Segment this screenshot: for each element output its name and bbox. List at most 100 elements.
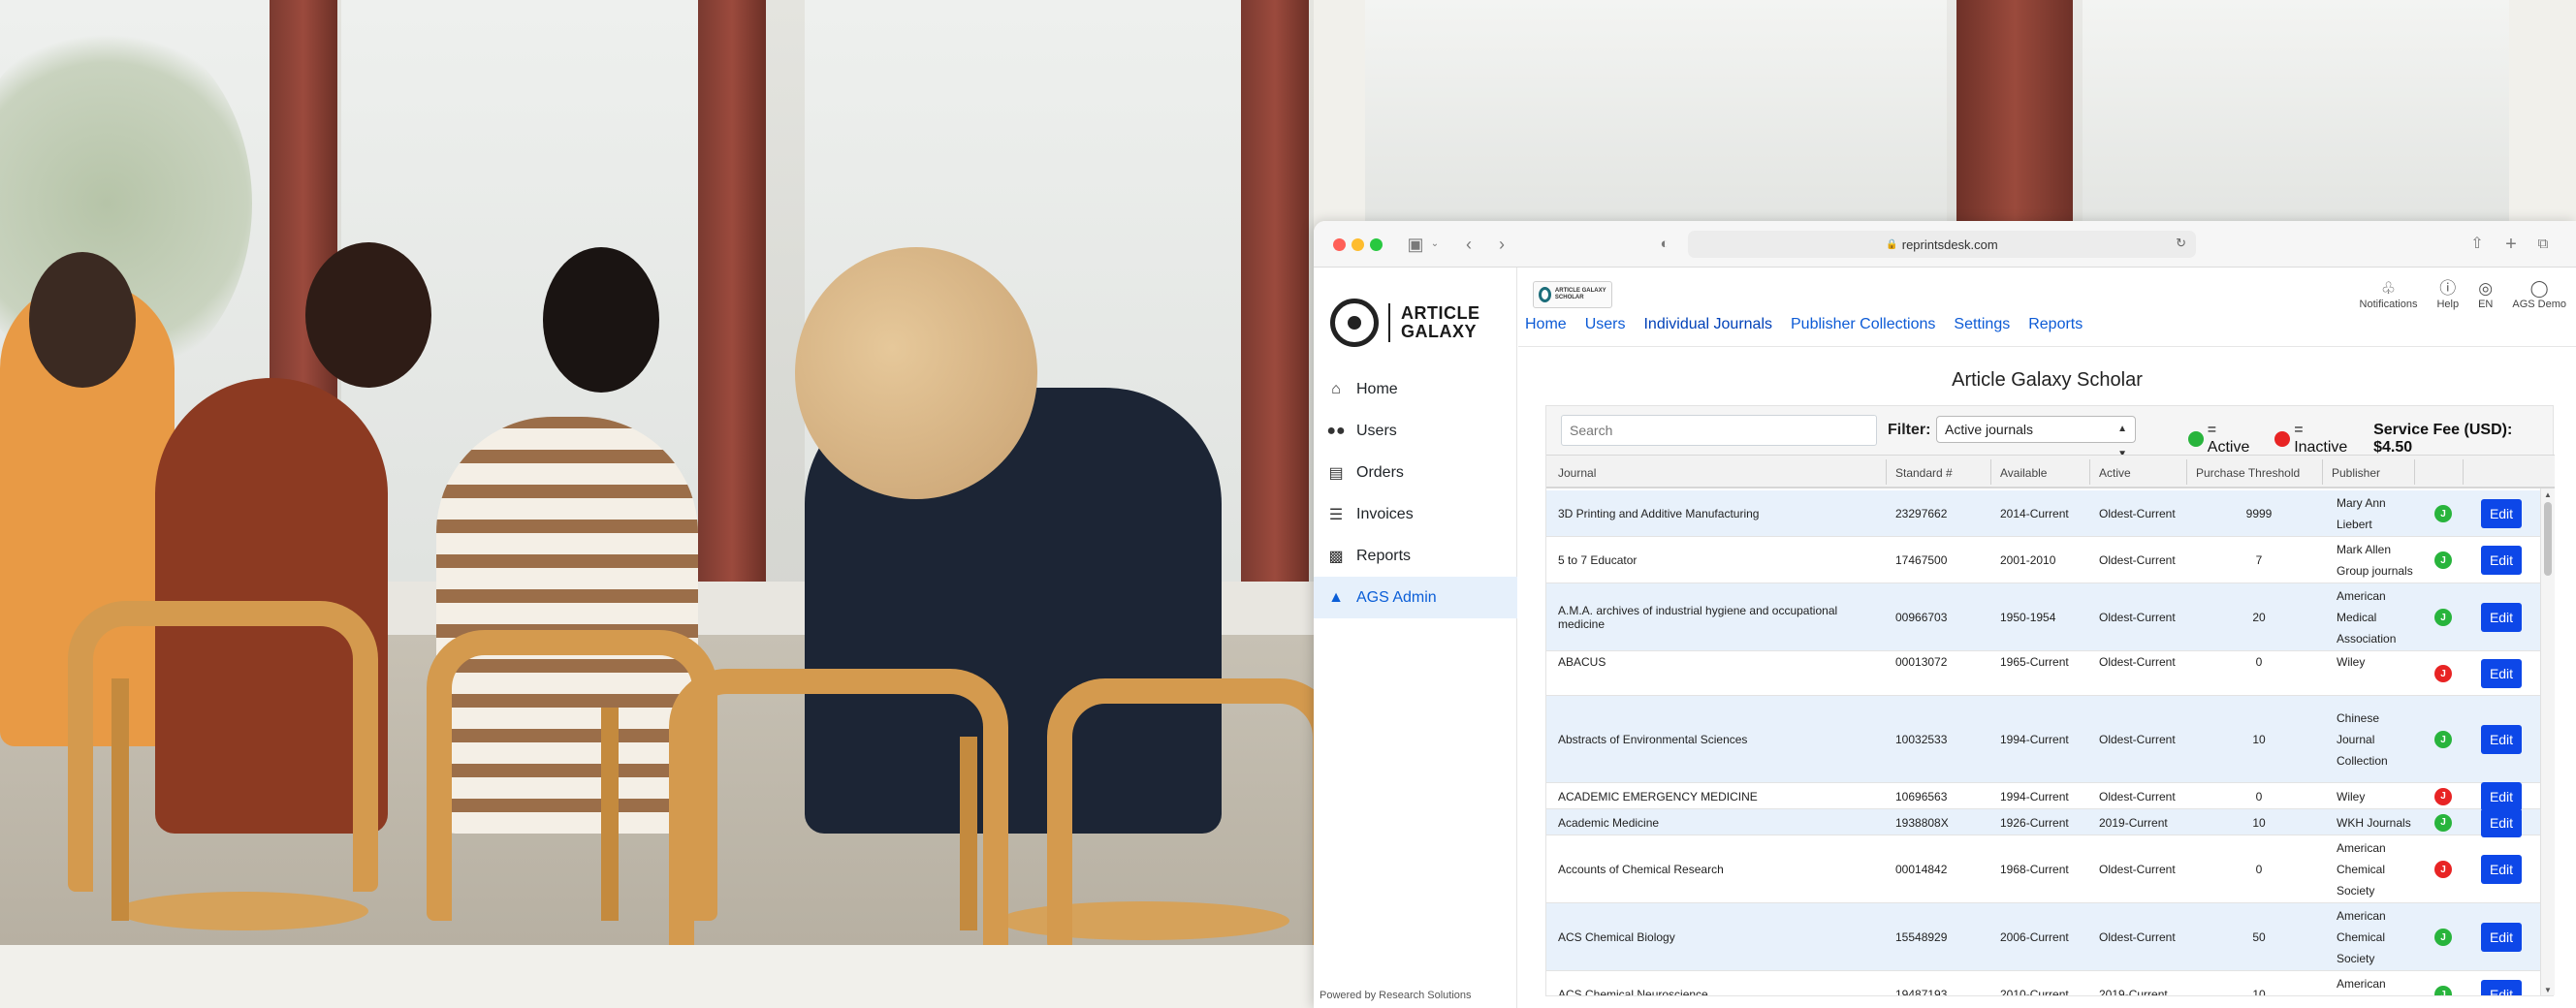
edit-button[interactable]: Edit <box>2481 980 2522 995</box>
forward-icon[interactable]: › <box>1492 233 1511 256</box>
galaxy-logo-icon <box>1330 299 1379 347</box>
available-cell: 1994-Current <box>2000 733 2069 746</box>
tab-publisher-collections[interactable]: Publisher Collections <box>1791 316 1935 333</box>
edit-button[interactable]: Edit <box>2481 781 2522 811</box>
edit-cell: Edit <box>2477 903 2526 971</box>
publisher-cell: Chinese Journal Collection <box>2337 696 2414 783</box>
standard-cell: 00966703 <box>1895 611 1948 624</box>
scrollbar-thumb[interactable] <box>2544 502 2552 576</box>
maximize-window-icon[interactable] <box>1370 238 1383 251</box>
tab-home[interactable]: Home <box>1525 316 1567 333</box>
available-cell: 2010-Current <box>2000 988 2069 995</box>
chevron-down-icon[interactable]: ⌄ <box>1428 233 1442 256</box>
admin-tabs: Home Users Individual Journals Publisher… <box>1525 316 2101 333</box>
address-bar[interactable]: 🔒 reprintsdesk.com ↻ <box>1688 231 2196 258</box>
table-row[interactable]: A.M.A. archives of industrial hygiene an… <box>1546 583 2540 651</box>
header-actions: ♧ Notifications ⓘ Help ◎ EN ◯ AGS Demo <box>2340 279 2576 310</box>
edit-button[interactable]: Edit <box>2481 725 2522 754</box>
threshold-cell: 10 <box>2252 733 2266 746</box>
tab-overview-icon[interactable]: ⧉ <box>2533 233 2553 256</box>
help-button[interactable]: ⓘ Help <box>2436 279 2459 310</box>
sidebar-toggle-icon[interactable]: ▣ <box>1403 233 1428 256</box>
table-row[interactable]: ACADEMIC EMERGENCY MEDICINE 10696563 1994-… <box>1546 781 2540 811</box>
table-row[interactable]: ABACUS 00013072 1965-Current Oldest-Current… <box>1546 651 2540 696</box>
edit-button[interactable]: Edit <box>2481 603 2522 632</box>
publisher-cell: Wiley <box>2337 651 2414 696</box>
table-scrollbar[interactable]: ▲ ▼ <box>2540 488 2555 995</box>
sidebar-item-home[interactable]: ⌂ Home <box>1314 368 1517 410</box>
edit-button[interactable]: Edit <box>2481 499 2522 528</box>
active-status-icon: J <box>2434 986 2452 995</box>
available-cell: 1950-1954 <box>2000 611 2056 624</box>
article-galaxy-logo[interactable]: ARTICLE GALAXY <box>1330 299 1480 347</box>
column-active[interactable]: Active <box>2099 466 2131 480</box>
edit-button[interactable]: Edit <box>2481 546 2522 575</box>
edit-button[interactable]: Edit <box>2481 807 2522 837</box>
table-row[interactable]: Abstracts of Environmental Sciences 10032… <box>1546 696 2540 783</box>
edit-button[interactable]: Edit <box>2481 659 2522 688</box>
journal-cell: Accounts of Chemical Research <box>1558 863 1724 876</box>
status-cell: J <box>2429 651 2458 696</box>
close-window-icon[interactable] <box>1333 238 1346 251</box>
user-menu-button[interactable]: ◯ AGS Demo <box>2512 279 2566 310</box>
publisher-line: Chemical <box>2337 994 2385 995</box>
tab-individual-journals[interactable]: Individual Journals <box>1643 316 1772 333</box>
table-row[interactable]: Accounts of Chemical Research 00014842 196… <box>1546 835 2540 903</box>
journals-table: Journal Standard # Available Active Purc… <box>1546 455 2555 995</box>
threshold-cell: 10 <box>2252 988 2266 995</box>
share-icon[interactable]: ⇧ <box>2467 233 2487 256</box>
status-cell: J <box>2429 537 2458 583</box>
filter-label: Filter: <box>1888 422 1931 438</box>
edit-cell: Edit <box>2477 537 2526 583</box>
background-photo <box>0 0 1314 945</box>
journal-cell: ACS Chemical Neuroscience <box>1558 988 1708 995</box>
new-tab-icon[interactable]: + <box>2501 233 2521 256</box>
edit-button[interactable]: Edit <box>2481 855 2522 884</box>
table-row[interactable]: Academic Medicine 1938808X 1926-Current 201… <box>1546 807 2540 837</box>
sidebar-item-reports[interactable]: ▩ Reports <box>1314 535 1517 577</box>
table-row[interactable]: ACS Chemical Biology 15548929 2006-Current… <box>1546 903 2540 971</box>
brand-line-1: ARTICLE <box>1401 303 1480 323</box>
edit-button[interactable]: Edit <box>2481 923 2522 952</box>
sidebar-item-label: AGS Admin <box>1356 588 1437 606</box>
sidebar-item-orders[interactable]: ▤ Orders <box>1314 452 1517 493</box>
scroll-up-icon[interactable]: ▲ <box>2544 490 2552 499</box>
privacy-shield-icon[interactable]: ◐ <box>1655 233 1674 256</box>
edit-cell: Edit <box>2477 807 2526 837</box>
notifications-button[interactable]: ♧ Notifications <box>2360 279 2418 310</box>
publisher-line: Journal <box>2337 733 2375 746</box>
tab-users[interactable]: Users <box>1585 316 1626 333</box>
language-button[interactable]: ◎ EN <box>2478 279 2493 310</box>
scroll-down-icon[interactable]: ▼ <box>2544 986 2552 994</box>
column-standard[interactable]: Standard # <box>1895 466 1953 480</box>
table-row[interactable]: 3D Printing and Additive Manufacturing 23… <box>1546 490 2540 537</box>
table-row[interactable]: 5 to 7 Educator 17467500 2001-2010 Oldest-C… <box>1546 537 2540 583</box>
tab-reports[interactable]: Reports <box>2028 316 2083 333</box>
publisher-line: Medical <box>2337 611 2377 624</box>
journal-cell: 5 to 7 Educator <box>1558 553 1638 567</box>
table-row[interactable]: ACS Chemical Neuroscience 19487193 2010-Cu… <box>1546 971 2540 995</box>
column-available[interactable]: Available <box>2000 466 2047 480</box>
column-journal[interactable]: Journal <box>1558 466 1596 480</box>
sidebar-item-ags-admin[interactable]: ▲ AGS Admin <box>1314 577 1517 618</box>
status-cell: J <box>2429 835 2458 903</box>
back-icon[interactable]: ‹ <box>1459 233 1479 256</box>
active-status-icon: J <box>2434 505 2452 522</box>
threshold-cell: 0 <box>2255 655 2263 669</box>
publisher-cell: American Medical Association <box>2337 583 2414 651</box>
column-publisher[interactable]: Publisher <box>2332 466 2380 480</box>
tab-settings[interactable]: Settings <box>1954 316 2010 333</box>
filter-select[interactable]: Active journals ▲▼ <box>1936 416 2136 459</box>
column-purchase-threshold[interactable]: Purchase Threshold <box>2196 466 2300 480</box>
journals-panel: Filter: Active journals ▲▼ = Active = In… <box>1545 405 2555 996</box>
sidebar-item-users[interactable]: ●● Users <box>1314 410 1517 452</box>
journal-cell: 3D Printing and Additive Manufacturing <box>1558 507 1760 520</box>
edit-cell: Edit <box>2477 583 2526 651</box>
ags-logo[interactable]: ARTICLE GALAXY SCHOLAR <box>1533 281 1612 308</box>
inactive-status-icon: J <box>2434 861 2452 878</box>
publisher-cell: American Chemical Society <box>2337 835 2414 903</box>
reload-icon[interactable]: ↻ <box>2176 236 2186 251</box>
minimize-window-icon[interactable] <box>1352 238 1364 251</box>
sidebar-item-invoices[interactable]: ☰ Invoices <box>1314 493 1517 535</box>
search-input[interactable] <box>1561 415 1877 446</box>
